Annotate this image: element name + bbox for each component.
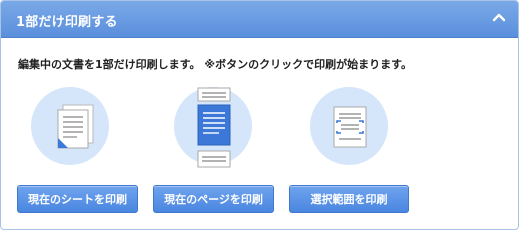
print-one-copy-panel: 1部だけ印刷する 編集中の文書を1部だけ印刷します。 ※ボタンのクリックで印刷が… [0,0,519,230]
current-page-print-icon [174,87,252,168]
print-current-sheet-button[interactable]: 現在のシートを印刷 [17,185,138,213]
chevron-up-icon [492,13,506,22]
option-selection: 選択範囲を印刷 [289,85,429,225]
collapse-button[interactable] [490,9,508,27]
instruction-text: 編集中の文書を1部だけ印刷します。 ※ボタンのクリックで印刷が始まります。 [18,58,412,71]
panel-header[interactable]: 1部だけ印刷する [1,1,518,38]
option-current-page: 現在のページを印刷 [153,85,293,225]
option-current-sheet: 現在のシートを印刷 [17,85,157,225]
panel-title: 1部だけ印刷する [16,15,118,30]
selection-print-icon [310,87,388,165]
print-current-page-button[interactable]: 現在のページを印刷 [153,185,274,213]
print-selection-button[interactable]: 選択範囲を印刷 [289,185,409,213]
current-sheet-print-icon [31,87,109,165]
